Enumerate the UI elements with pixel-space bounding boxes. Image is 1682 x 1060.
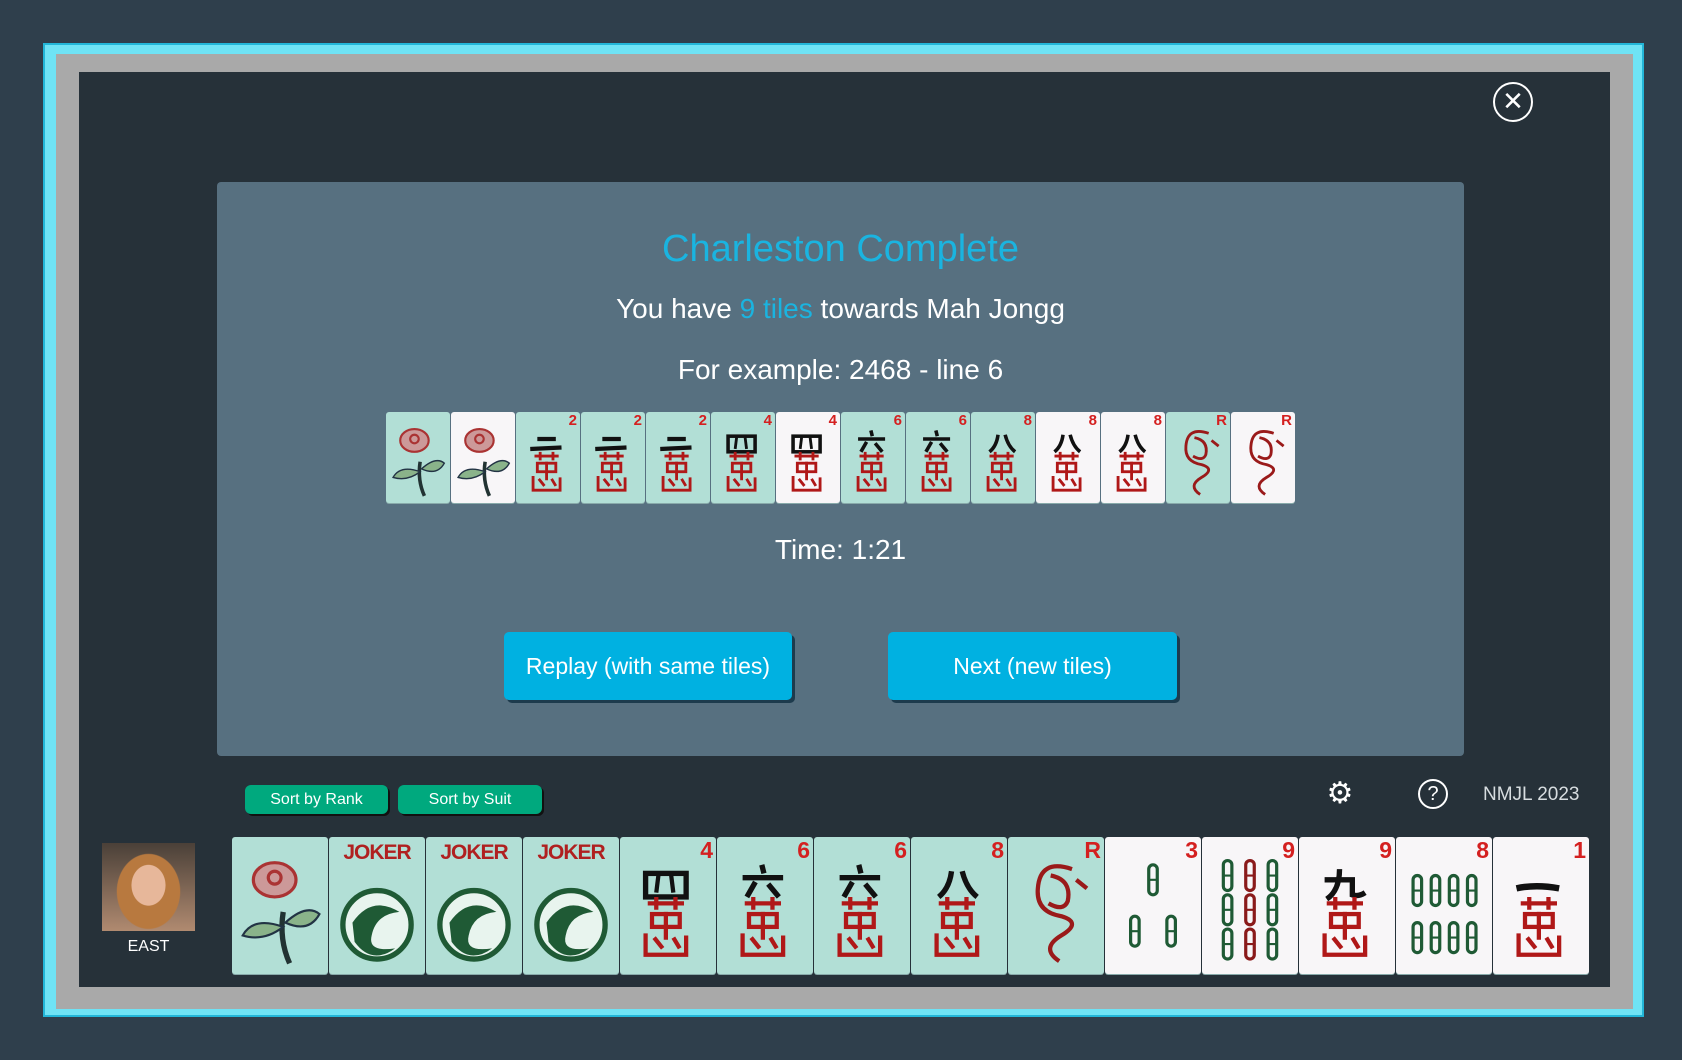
sort-by-suit-button[interactable]: Sort by Suit [398,785,542,814]
flower-tile-icon [457,427,511,497]
replay-button[interactable]: Replay (with same tiles) [504,632,792,700]
player-hand: JOKER JOKER JOKER 4 6 6 8 R 3 9 9 8 1 [232,837,1589,974]
close-icon[interactable]: ✕ [1493,82,1533,122]
example-tile-crak: 6 [841,412,905,503]
text: towards Mah Jongg [812,293,1065,324]
example-tile-dragon: R [1231,412,1295,503]
tile-rank: 2 [568,412,577,429]
tile-rank: 3 [1185,837,1198,863]
example-tile-crak: 2 [646,412,710,503]
joker-label: JOKER [343,841,411,864]
hand-tile-bam[interactable]: 9 [1202,837,1298,974]
hand-tile-joker[interactable]: JOKER [426,837,522,974]
next-button[interactable]: Next (new tiles) [888,632,1177,700]
tile-rank: 1 [1573,837,1586,863]
tile-rank: 6 [958,412,967,429]
hand-tile-flower[interactable] [232,837,328,974]
tiles-towards-text: You have 9 tiles towards Mah Jongg [217,293,1464,325]
hand-tile-bam[interactable]: 8 [1396,837,1492,974]
hand-tile-joker[interactable]: JOKER [329,837,425,974]
tile-rank: 4 [828,412,837,429]
tile-rank: 6 [797,837,810,863]
help-icon[interactable]: ? [1418,779,1448,809]
hand-tile-crak[interactable]: 1 [1493,837,1589,974]
sort-by-rank-button[interactable]: Sort by Rank [245,785,388,814]
example-tile-crak: 6 [906,412,970,503]
flower-tile-icon [392,427,446,497]
tile-rank: R [1084,837,1101,863]
dialog-title: Charleston Complete [662,228,1019,270]
example-tiles: 2 2 2 4 4 6 6 8 8 8 R R [386,412,1295,503]
tile-rank: 9 [1282,837,1295,863]
gear-icon[interactable]: ⚙ [1325,779,1355,809]
tile-rank: 2 [633,412,642,429]
tile-rank: 8 [991,837,1004,863]
tile-rank: 9 [1379,837,1392,863]
seat-label: EAST [127,938,170,955]
hand-tile-crak[interactable]: 9 [1299,837,1395,974]
example-tile-flower [386,412,450,503]
tile-rank: 4 [700,837,713,863]
example-tile-dragon: R [1166,412,1230,503]
tile-rank: 8 [1088,412,1097,429]
example-tile-crak: 8 [1101,412,1165,503]
tile-rank: 6 [894,837,907,863]
tile-rank: 8 [1476,837,1489,863]
example-tile-crak: 8 [971,412,1035,503]
hand-tile-crak[interactable]: 6 [717,837,813,974]
joker-label: JOKER [440,841,508,864]
tile-rank: 8 [1153,412,1162,429]
tile-rank: 4 [763,412,772,429]
hand-tile-crak[interactable]: 6 [814,837,910,974]
text: You have [616,293,740,324]
card-year: NMJL 2023 [1483,784,1580,805]
tile-rank: R [1281,412,1292,429]
hand-tile-crak[interactable]: 4 [620,837,716,974]
tile-count: 9 tiles [739,293,813,324]
tile-rank: R [1216,412,1227,429]
joker-label: JOKER [537,841,605,864]
hand-tile-bam[interactable]: 3 [1105,837,1201,974]
tile-rank: 6 [893,412,902,429]
tile-rank: 8 [1023,412,1032,429]
example-tile-crak: 8 [1036,412,1100,503]
hand-tile-crak[interactable]: 8 [911,837,1007,974]
example-tile-crak: 4 [776,412,840,503]
time-text: Time: 1:21 [774,534,907,565]
hand-tile-dragon[interactable]: R [1008,837,1104,974]
tile-rank: 2 [698,412,707,429]
example-tile-flower [451,412,515,503]
example-tile-crak: 2 [581,412,645,503]
example-hand-text: For example: 2468 - line 6 [677,354,1004,385]
avatar [102,843,195,931]
hand-tile-joker[interactable]: JOKER [523,837,619,974]
example-tile-crak: 4 [711,412,775,503]
flower-tile-icon [241,861,321,965]
charleston-complete-dialog: Charleston Complete You have 9 tiles tow… [217,182,1464,756]
example-tile-crak: 2 [516,412,580,503]
